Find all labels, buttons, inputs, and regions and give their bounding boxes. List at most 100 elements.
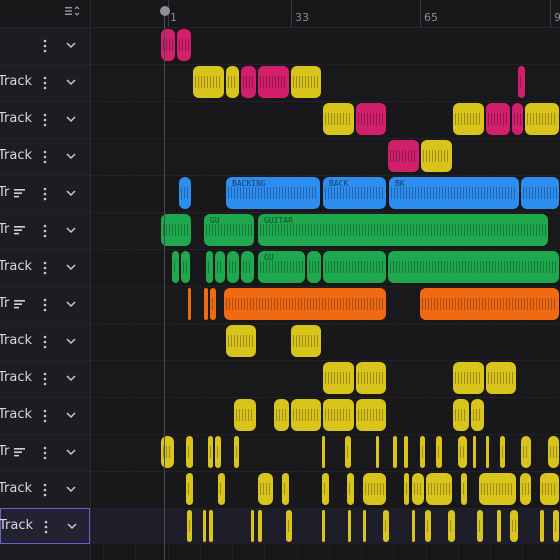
audio-clip[interactable] xyxy=(204,288,208,320)
chevron-down-icon[interactable] xyxy=(66,115,76,123)
audio-clip[interactable] xyxy=(218,473,225,505)
audio-clip[interactable] xyxy=(188,288,191,320)
audio-clip[interactable] xyxy=(383,510,389,542)
audio-clip[interactable] xyxy=(206,251,213,283)
audio-clip[interactable] xyxy=(347,473,354,505)
track-header-14[interactable]: Track xyxy=(0,508,90,544)
audio-clip[interactable] xyxy=(553,510,559,542)
audio-clip[interactable] xyxy=(181,251,190,283)
chevron-down-icon[interactable] xyxy=(66,263,76,271)
chevron-down-icon[interactable] xyxy=(66,189,76,197)
track-header-10[interactable]: Track xyxy=(0,360,90,396)
audio-clip[interactable] xyxy=(215,436,221,468)
more-options-icon[interactable] xyxy=(42,187,48,201)
audio-clip[interactable] xyxy=(388,251,559,283)
audio-clip[interactable] xyxy=(486,103,510,135)
audio-clip[interactable] xyxy=(356,103,386,135)
audio-clip[interactable] xyxy=(323,251,386,283)
audio-clip[interactable] xyxy=(226,66,239,98)
audio-clip[interactable] xyxy=(548,436,559,468)
track-header-5[interactable]: Tr xyxy=(0,175,90,211)
audio-clip[interactable] xyxy=(208,436,213,468)
audio-clip[interactable] xyxy=(479,473,516,505)
audio-clip[interactable] xyxy=(307,251,321,283)
arrangement-area[interactable]: BACKING BACK BK GU GUITAR GU 1 33 65 9 xyxy=(91,0,560,560)
track-lane-14[interactable] xyxy=(91,508,560,544)
chevron-down-icon[interactable] xyxy=(66,411,76,419)
audio-clip[interactable] xyxy=(282,473,289,505)
audio-clip[interactable] xyxy=(393,436,397,468)
audio-clip[interactable] xyxy=(426,473,452,505)
audio-clip[interactable] xyxy=(512,103,523,135)
playhead-handle[interactable] xyxy=(160,6,170,16)
audio-clip[interactable] xyxy=(497,510,501,542)
audio-clip[interactable] xyxy=(518,66,525,98)
audio-clip[interactable] xyxy=(234,436,239,468)
audio-clip[interactable]: BACKING xyxy=(226,177,320,209)
chevron-down-icon[interactable] xyxy=(66,337,76,345)
audio-clip[interactable] xyxy=(486,436,489,468)
audio-clip[interactable] xyxy=(234,399,256,431)
track-header-8[interactable]: Tr xyxy=(0,286,90,322)
track-header-12[interactable]: Tr xyxy=(0,434,90,470)
more-options-icon[interactable] xyxy=(42,298,48,312)
audio-clip[interactable] xyxy=(187,510,192,542)
more-options-icon[interactable] xyxy=(42,39,48,53)
track-header-3[interactable]: Track xyxy=(0,101,90,137)
audio-clip[interactable] xyxy=(161,436,174,468)
more-options-icon[interactable] xyxy=(42,261,48,275)
track-name[interactable]: Track xyxy=(0,111,32,126)
audio-clip[interactable] xyxy=(227,251,239,283)
track-name[interactable]: Tr xyxy=(0,444,9,459)
track-lane-9[interactable] xyxy=(91,323,560,359)
audio-clip[interactable] xyxy=(540,473,559,505)
track-name[interactable]: Track xyxy=(0,74,32,89)
audio-clip[interactable] xyxy=(412,510,415,542)
audio-clip[interactable] xyxy=(323,103,354,135)
chevron-down-icon[interactable] xyxy=(66,374,76,382)
track-header-7[interactable]: Track xyxy=(0,249,90,285)
chevron-down-icon[interactable] xyxy=(66,41,76,49)
track-header-4[interactable]: Track xyxy=(0,138,90,174)
more-options-icon[interactable] xyxy=(43,520,49,534)
chevron-down-icon[interactable] xyxy=(66,226,76,234)
more-options-icon[interactable] xyxy=(42,483,48,497)
more-options-icon[interactable] xyxy=(42,335,48,349)
chevron-down-icon[interactable] xyxy=(66,152,76,160)
audio-clip[interactable] xyxy=(241,66,256,98)
audio-clip[interactable] xyxy=(404,436,408,468)
more-options-icon[interactable] xyxy=(42,446,48,460)
track-name[interactable]: Track xyxy=(0,148,32,163)
audio-clip[interactable] xyxy=(404,473,409,505)
audio-clip[interactable] xyxy=(193,66,224,98)
audio-clip[interactable]: GU xyxy=(258,251,305,283)
audio-clip[interactable] xyxy=(241,251,254,283)
track-header-2[interactable]: Track xyxy=(0,64,90,100)
more-options-icon[interactable] xyxy=(42,76,48,90)
chevron-down-icon[interactable] xyxy=(66,78,76,86)
chevron-down-icon[interactable] xyxy=(66,485,76,493)
audio-clip[interactable] xyxy=(323,362,354,394)
audio-clip[interactable] xyxy=(215,251,225,283)
track-header-9[interactable]: Track xyxy=(0,323,90,359)
track-name[interactable]: Track xyxy=(0,518,33,533)
audio-clip[interactable] xyxy=(436,436,442,468)
audio-clip[interactable] xyxy=(458,436,467,468)
audio-clip[interactable] xyxy=(179,177,191,209)
audio-clip[interactable] xyxy=(291,325,321,357)
audio-clip[interactable] xyxy=(356,362,386,394)
chevron-down-icon[interactable] xyxy=(66,300,76,308)
track-lane-4[interactable] xyxy=(91,138,560,174)
audio-clip[interactable] xyxy=(473,436,476,468)
audio-clip[interactable]: BK xyxy=(389,177,519,209)
audio-clip[interactable] xyxy=(251,510,254,542)
audio-clip[interactable] xyxy=(258,510,262,542)
track-name[interactable]: Tr xyxy=(0,222,9,237)
audio-clip[interactable] xyxy=(224,288,386,320)
chevron-down-icon[interactable] xyxy=(66,448,76,456)
audio-clip[interactable] xyxy=(477,510,483,542)
audio-clip[interactable] xyxy=(453,103,484,135)
audio-clip[interactable] xyxy=(412,473,424,505)
audio-clip[interactable] xyxy=(448,510,455,542)
audio-clip[interactable] xyxy=(186,436,193,468)
